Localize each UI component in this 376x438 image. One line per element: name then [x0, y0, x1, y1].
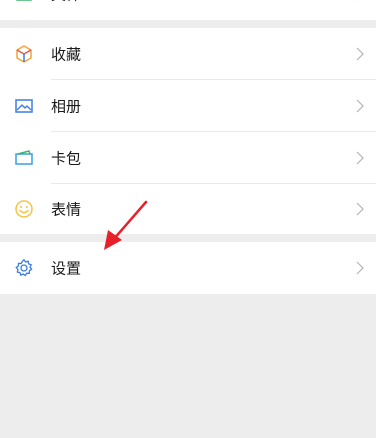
annotation-arrow-icon: [104, 200, 148, 250]
